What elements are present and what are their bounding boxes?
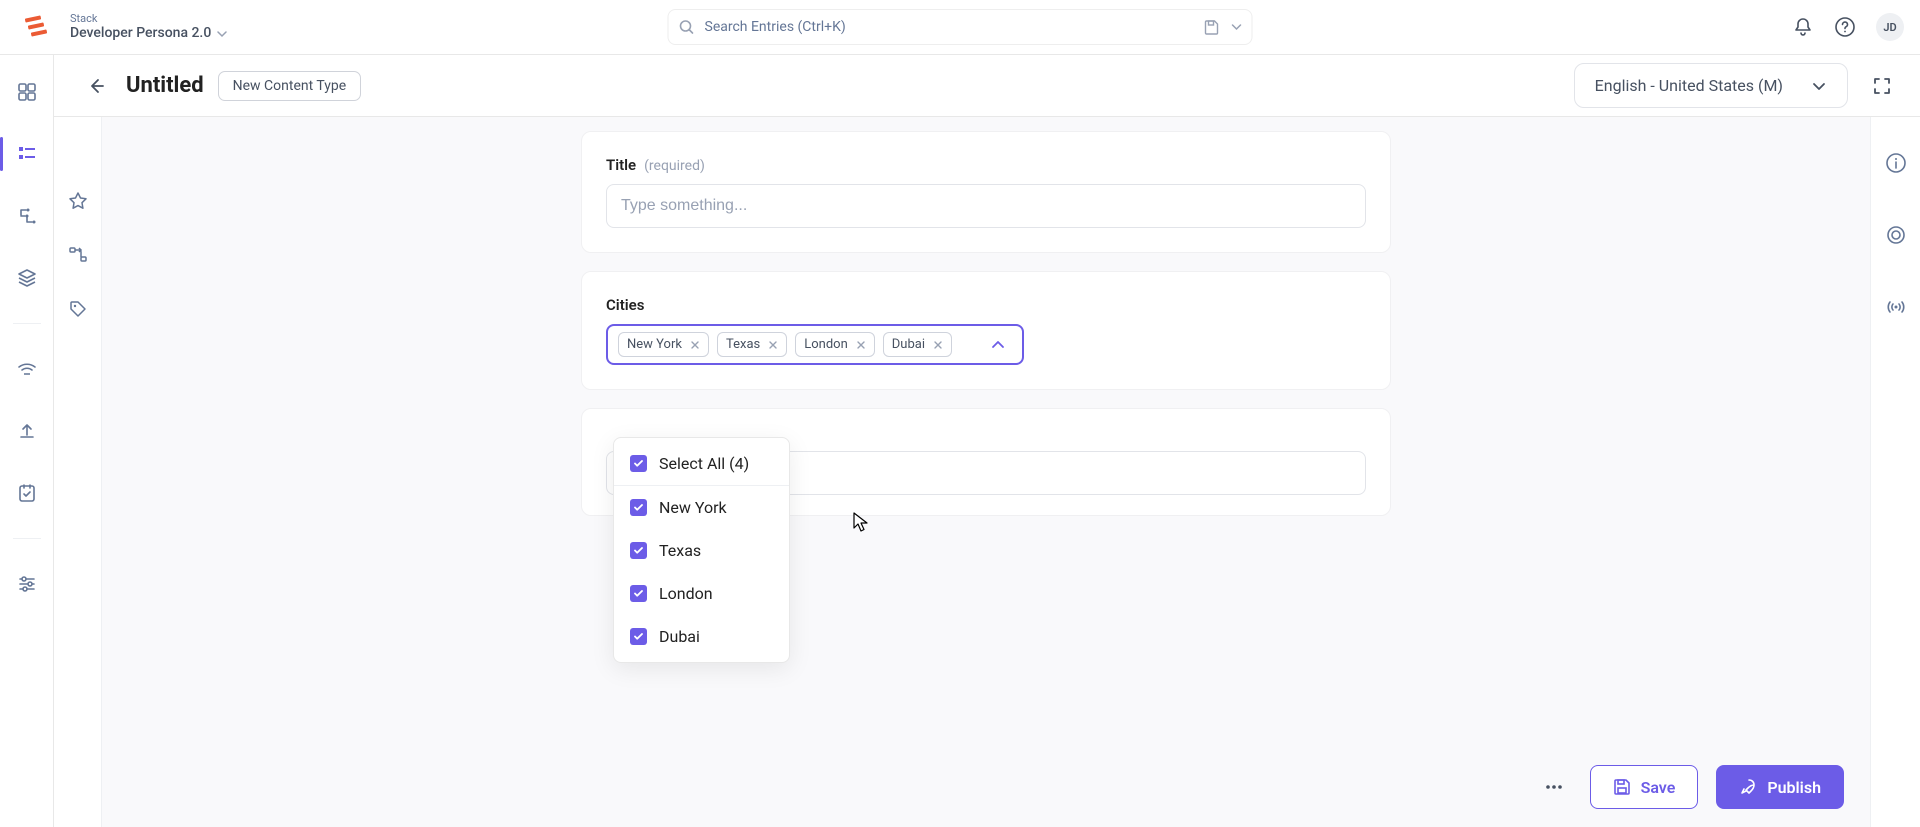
chevron-down-icon — [1811, 78, 1827, 94]
option-label: Dubai — [659, 627, 700, 646]
required-text: (required) — [644, 158, 705, 174]
save-button[interactable]: Save — [1590, 765, 1699, 809]
chip-label: New York — [627, 337, 682, 352]
close-icon[interactable] — [933, 340, 943, 350]
main-nav-rail — [0, 55, 54, 827]
field-card-cities: Cities New York Texas London Dubai — [581, 271, 1391, 390]
footer-actions: Save Publish — [1536, 765, 1844, 809]
stack-info[interactable]: Stack Developer Persona 2.0 — [70, 12, 227, 42]
more-icon[interactable] — [1536, 769, 1572, 805]
help-icon[interactable] — [1834, 16, 1856, 38]
chevron-down-icon[interactable] — [1232, 22, 1242, 32]
title-input[interactable] — [606, 184, 1366, 228]
chip-label: Texas — [726, 337, 760, 352]
bell-icon[interactable] — [1792, 16, 1814, 38]
cities-multiselect[interactable]: New York Texas London Dubai — [606, 324, 1024, 365]
nav-content-model[interactable] — [7, 197, 47, 235]
flow-icon[interactable] — [62, 239, 94, 271]
option-label: Texas — [659, 541, 701, 560]
cities-dropdown: Select All (4) New York Texas London Dub… — [613, 437, 790, 663]
select-all-row[interactable]: Select All (4) — [614, 442, 789, 486]
close-icon[interactable] — [856, 340, 866, 350]
search-input[interactable]: Search Entries (Ctrl+K) — [668, 9, 1253, 45]
cities-field-label: Cities — [606, 296, 1366, 314]
chevron-down-icon[interactable] — [217, 29, 227, 39]
nav-assets[interactable] — [7, 259, 47, 297]
close-icon[interactable] — [690, 340, 700, 350]
option-row[interactable]: New York — [614, 486, 789, 529]
divider — [13, 538, 41, 539]
star-icon[interactable] — [62, 185, 94, 217]
stack-name: Developer Persona 2.0 — [70, 25, 227, 42]
save-disk-icon — [1613, 778, 1631, 796]
title-field-label: Title (required) — [606, 156, 1366, 174]
target-icon[interactable] — [1880, 219, 1912, 251]
save-disk-icon[interactable] — [1204, 19, 1220, 35]
checkbox-icon[interactable] — [630, 585, 647, 602]
back-button[interactable] — [80, 70, 112, 102]
canvas: Title (required) Cities New York Texas L… — [102, 117, 1870, 827]
locale-label: English - United States (M) — [1595, 76, 1783, 95]
broadcast-icon[interactable] — [1880, 291, 1912, 323]
option-row[interactable]: London — [614, 572, 789, 615]
search-placeholder: Search Entries (Ctrl+K) — [705, 19, 846, 35]
checkbox-icon[interactable] — [630, 628, 647, 645]
rocket-icon — [1739, 778, 1757, 796]
divider — [13, 323, 41, 324]
chip-label: London — [804, 337, 848, 352]
select-all-label: Select All (4) — [659, 454, 749, 473]
fullscreen-icon[interactable] — [1868, 72, 1896, 100]
right-rail — [1870, 117, 1920, 827]
search-icon — [679, 19, 695, 35]
option-row[interactable]: Texas — [614, 529, 789, 572]
nav-tasks[interactable] — [7, 474, 47, 512]
chip: Texas — [717, 332, 787, 357]
nav-upload[interactable] — [7, 412, 47, 450]
nav-settings-sliders[interactable] — [7, 565, 47, 603]
content-type-badge: New Content Type — [218, 71, 362, 101]
secondary-rail — [54, 117, 102, 827]
stack-name-text: Developer Persona 2.0 — [70, 25, 211, 42]
option-label: London — [659, 584, 713, 603]
avatar-initials: JD — [1883, 21, 1896, 34]
chip: New York — [618, 332, 709, 357]
checkbox-icon[interactable] — [630, 542, 647, 559]
nav-entries[interactable] — [7, 135, 47, 173]
subheader: Untitled New Content Type English - Unit… — [0, 55, 1920, 117]
tag-icon[interactable] — [62, 293, 94, 325]
info-icon[interactable] — [1880, 147, 1912, 179]
chip: London — [795, 332, 875, 357]
chip: Dubai — [883, 332, 952, 357]
close-icon[interactable] — [768, 340, 778, 350]
checkbox-icon[interactable] — [630, 499, 647, 516]
avatar[interactable]: JD — [1876, 13, 1904, 41]
nav-wifi[interactable] — [7, 350, 47, 388]
cities-label-text: Cities — [606, 296, 644, 314]
chip-label: Dubai — [892, 337, 925, 352]
option-row[interactable]: Dubai — [614, 615, 789, 658]
brand-logo[interactable] — [16, 7, 56, 47]
page-title: Untitled — [126, 73, 204, 98]
field-card-title: Title (required) — [581, 131, 1391, 253]
title-label-text: Title — [606, 156, 636, 174]
nav-dashboard[interactable] — [7, 73, 47, 111]
stack-label: Stack — [70, 12, 227, 25]
topbar: Stack Developer Persona 2.0 Search Entri… — [0, 0, 1920, 55]
publish-label: Publish — [1767, 778, 1821, 797]
checkbox-icon[interactable] — [630, 455, 647, 472]
option-label: New York — [659, 498, 727, 517]
locale-selector[interactable]: English - United States (M) — [1574, 63, 1848, 108]
chevron-up-icon[interactable] — [984, 337, 1012, 353]
save-label: Save — [1641, 778, 1676, 797]
publish-button[interactable]: Publish — [1716, 765, 1844, 809]
